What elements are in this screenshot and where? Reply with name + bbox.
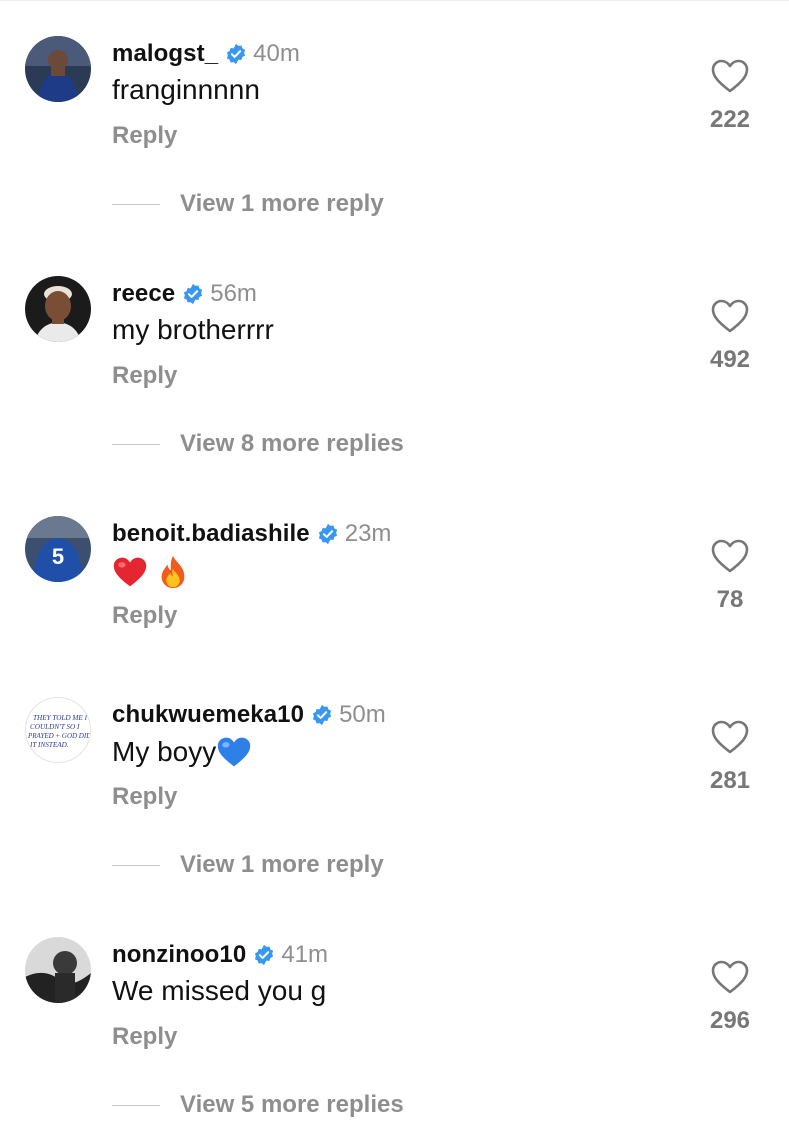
avatar-note-line: COULDN'T SO I	[30, 723, 80, 731]
like-count: 222	[709, 106, 751, 133]
reply-button[interactable]: Reply	[112, 602, 177, 630]
timestamp: 40m	[253, 40, 300, 67]
comment-meta: reece 56m	[112, 278, 257, 310]
view-more-replies[interactable]: View 1 more reply	[112, 849, 384, 881]
fire-icon	[161, 555, 185, 589]
username[interactable]: nonzinoo10	[112, 941, 246, 969]
reply-button[interactable]: Reply	[112, 1023, 177, 1051]
avatar[interactable]: 5	[25, 516, 91, 582]
timestamp: 50m	[339, 701, 386, 728]
comment-text: My boyy	[112, 735, 252, 769]
reply-button[interactable]: Reply	[112, 783, 177, 811]
reply-button[interactable]: Reply	[112, 122, 177, 150]
avatar-note-line: PRAYED + GOD DID	[27, 732, 91, 740]
heart-icon[interactable]	[710, 719, 750, 755]
heart-icon[interactable]	[710, 298, 750, 334]
heart-icon[interactable]	[710, 538, 750, 574]
verified-badge-icon	[255, 944, 274, 966]
red-heart-icon	[113, 557, 147, 587]
timestamp: 41m	[281, 941, 329, 968]
comment-text: franginnnnn	[112, 74, 260, 105]
verified-badge-icon	[227, 43, 246, 65]
view-more-replies[interactable]: View 1 more reply	[112, 188, 384, 220]
verified-badge-icon	[318, 523, 337, 545]
comment-text: We missed you g	[112, 975, 327, 1006]
like-count: 492	[709, 346, 751, 373]
divider-line	[112, 443, 160, 445]
svg-text:5: 5	[52, 544, 64, 569]
username[interactable]: malogst_	[112, 40, 218, 68]
avatar-note-line: THEY TOLD ME I	[33, 714, 88, 722]
blue-heart-icon	[218, 737, 251, 767]
view-more-replies[interactable]: View 5 more replies	[112, 1089, 404, 1121]
heart-icon[interactable]	[710, 58, 750, 94]
heart-icon[interactable]	[710, 959, 750, 995]
divider-line	[112, 864, 160, 866]
divider-line	[112, 1104, 160, 1106]
avatar[interactable]	[25, 937, 91, 1003]
comment-meta: malogst_ 40m	[112, 38, 300, 70]
top-divider	[0, 0, 789, 1]
avatar[interactable]: THEY TOLD ME I COULDN'T SO I PRAYED + GO…	[25, 697, 91, 763]
comment-meta: nonzinoo10 41m	[112, 939, 328, 971]
view-more-label[interactable]: View 1 more reply	[180, 190, 384, 218]
comment-text	[112, 554, 190, 590]
view-more-label[interactable]: View 1 more reply	[180, 851, 384, 879]
comment-text-content: My boyy	[112, 736, 217, 767]
comment-meta: chukwuemeka10 50m	[112, 699, 386, 731]
verified-badge-icon	[184, 283, 203, 305]
comment-text: my brotherrrr	[112, 314, 274, 345]
avatar[interactable]	[25, 276, 91, 342]
verified-badge-icon	[313, 704, 332, 726]
like-count: 78	[716, 586, 744, 613]
username[interactable]: chukwuemeka10	[112, 701, 304, 729]
username[interactable]: reece	[112, 280, 175, 308]
view-more-replies[interactable]: View 8 more replies	[112, 428, 404, 460]
like-count: 296	[709, 1007, 751, 1034]
comment-meta: benoit.badiashile 23m	[112, 518, 391, 550]
divider-line	[112, 203, 160, 205]
reply-button[interactable]: Reply	[112, 362, 177, 390]
view-more-label[interactable]: View 8 more replies	[180, 430, 404, 458]
avatar-note-line: IT INSTEAD.	[29, 741, 69, 749]
timestamp: 23m	[344, 520, 392, 547]
like-count: 281	[709, 767, 751, 794]
view-more-label[interactable]: View 5 more replies	[180, 1091, 404, 1119]
username[interactable]: benoit.badiashile	[112, 520, 310, 548]
timestamp: 56m	[210, 280, 257, 307]
avatar[interactable]	[25, 36, 91, 102]
